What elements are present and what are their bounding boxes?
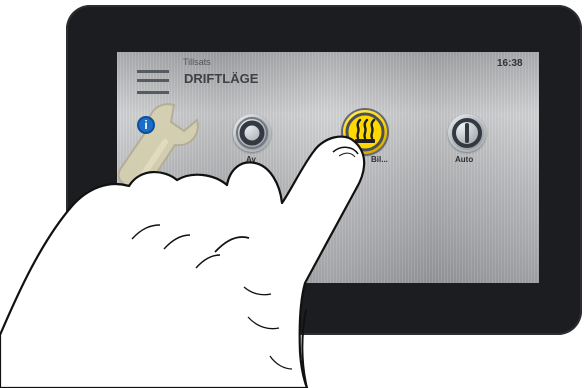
section-title: Tillsats (183, 57, 211, 67)
illustrated-touchscreen-scene: Tillsats DRIFTLÄGE 16:38 i Av Bil... Aut… (0, 0, 587, 388)
clock-readout: 16:38 (497, 58, 523, 69)
mode-auto-label: Auto (455, 155, 474, 164)
mode-auto-button[interactable] (448, 114, 486, 152)
menu-icon[interactable] (137, 70, 169, 94)
auto-mode-icon (452, 118, 482, 148)
hand-illustration (0, 135, 366, 388)
page-title: DRIFTLÄGE (184, 71, 259, 86)
